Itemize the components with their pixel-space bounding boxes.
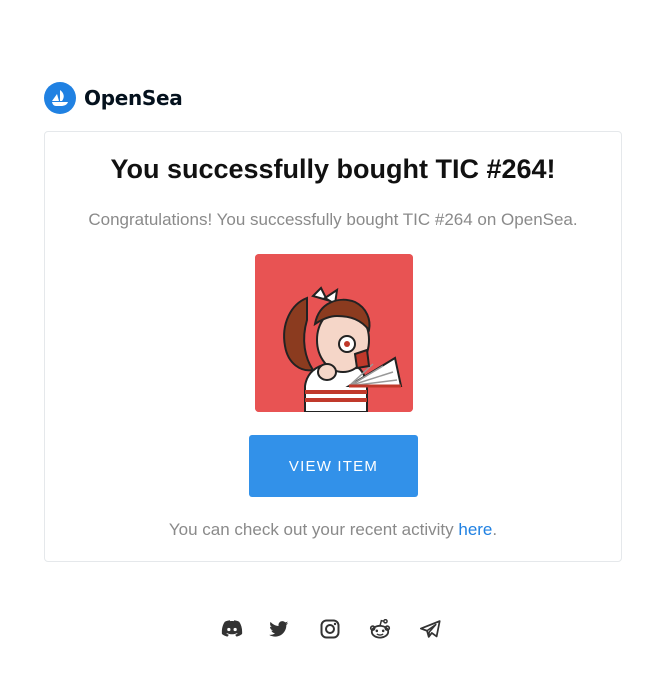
social-links bbox=[0, 617, 664, 641]
reddit-icon[interactable] bbox=[368, 617, 392, 641]
instagram-icon[interactable] bbox=[318, 617, 342, 641]
purchase-card: You successfully bought TIC #264! Congra… bbox=[44, 131, 622, 562]
page-title: You successfully bought TIC #264! bbox=[110, 154, 556, 184]
nft-image[interactable] bbox=[255, 254, 413, 412]
view-item-button[interactable]: VIEW ITEM bbox=[249, 435, 418, 497]
activity-suffix: . bbox=[492, 520, 498, 539]
telegram-icon[interactable] bbox=[418, 617, 442, 641]
subtitle: Congratulations! You successfully bought… bbox=[88, 210, 578, 229]
brand-header: OpenSea bbox=[44, 82, 183, 114]
twitter-icon[interactable] bbox=[267, 617, 291, 641]
opensea-logo-icon bbox=[44, 82, 76, 114]
activity-link[interactable]: here bbox=[458, 520, 492, 539]
activity-text: You can check out your recent activity h… bbox=[45, 520, 621, 540]
brand-name: OpenSea bbox=[84, 86, 183, 110]
discord-icon[interactable] bbox=[220, 617, 244, 641]
activity-label: You can check out your recent activity bbox=[168, 520, 459, 539]
